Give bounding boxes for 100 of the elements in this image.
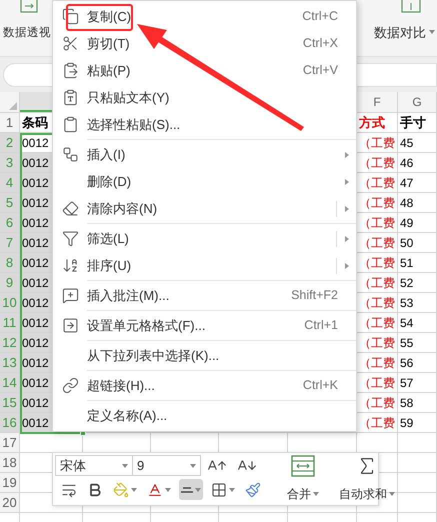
size-select[interactable]: 9: [133, 455, 201, 476]
shortcut-text: Ctrl+V: [302, 62, 338, 80]
table-cell-text: 0012: [21, 374, 49, 392]
submenu-arrow-icon: [345, 152, 349, 158]
dropdown-caret-icon: [131, 488, 137, 492]
bold-icon: [87, 482, 103, 498]
row-header[interactable]: 1: [0, 113, 20, 132]
caret-icon: [190, 464, 196, 468]
table-cell-text: 0012: [21, 254, 49, 272]
table-cell-text: （工费: [358, 194, 395, 212]
menu-item[interactable]: 插入(I): [53, 141, 356, 168]
row-header[interactable]: 18: [0, 453, 20, 472]
table-cell-text: 48: [399, 194, 414, 212]
menu-label: 选择性粘贴(S)...: [87, 116, 180, 134]
table-cell-text: 45: [399, 134, 414, 152]
caret-icon: [313, 492, 319, 496]
row-header[interactable]: 17: [0, 433, 20, 452]
menu-label: 从下拉列表中选择(K)...: [87, 346, 220, 365]
submenu-arrow-icon: [345, 236, 349, 242]
table-cell-text: 47: [399, 174, 414, 192]
copy-icon: [62, 8, 79, 25]
table-cell-text: （工费: [358, 174, 395, 192]
cell-format-icon: [62, 317, 79, 334]
funnel-icon: [62, 230, 79, 247]
link-icon: [62, 377, 79, 394]
highlight-frame: [66, 4, 133, 31]
table-cell-text: 0012: [21, 134, 49, 152]
menu-item[interactable]: 复制(C) Ctrl+C: [53, 3, 356, 30]
table-cell-text: 0012: [21, 174, 49, 192]
menu-item[interactable]: 粘贴(P) Ctrl+V: [53, 57, 356, 84]
borders-icon: [211, 482, 227, 498]
menu-item[interactable]: 只粘贴文本(Y): [53, 84, 356, 111]
table-cell-text: 0012: [21, 274, 49, 292]
menu-label: 超链接(H)...: [87, 376, 155, 395]
table-cell-text: 50: [399, 234, 414, 252]
toolbar-big-button[interactable]: 合并: [275, 455, 331, 503]
menu-label: 复制(C): [87, 8, 132, 26]
table-cell-text: 条码: [21, 114, 48, 132]
table-cell-text: 0012: [21, 154, 49, 172]
toolbar-big-button[interactable]: 自动求和: [339, 455, 395, 503]
table-cell-text: 57: [399, 374, 414, 392]
clipboard-icon: [62, 116, 79, 133]
menu-item[interactable]: 从下拉列表中选择(K)...: [53, 342, 356, 372]
table-cell-text: （工费: [358, 234, 395, 252]
table-cell-text: 0012: [21, 334, 49, 352]
button-label: 自动求和: [339, 486, 387, 503]
table-cell-text: （工费: [358, 134, 395, 152]
font-select[interactable]: 宋体: [55, 455, 133, 476]
menu-label: 清除内容(N): [87, 200, 158, 218]
button-label: 合并: [287, 486, 311, 503]
eraser-icon: [62, 200, 79, 217]
insert-icon: [62, 146, 79, 163]
menu-label: 定义名称(A)...: [87, 406, 168, 425]
table-cell-text: 0012: [21, 214, 49, 232]
menu-item[interactable]: 设置单元格格式(F)... Ctrl+1: [53, 312, 356, 342]
merge-cells-icon: [291, 455, 315, 477]
clipboard-text-icon: [62, 89, 79, 106]
table-cell-text: （工费: [358, 314, 395, 332]
row-header[interactable]: 20: [0, 493, 20, 512]
ribbon-label[interactable]: 数据透视: [3, 24, 51, 42]
table-cell-text: 53: [399, 294, 414, 312]
table-cell-text: 58: [399, 394, 414, 412]
menu-item[interactable]: 剪切(T) Ctrl+X: [53, 30, 356, 57]
align-bottom-icon: [181, 486, 193, 492]
caret-icon: [122, 464, 128, 468]
table-cell-text: 52: [399, 274, 414, 292]
table-cell-text: （工费: [358, 294, 395, 312]
pivot-icon: [20, 0, 38, 14]
table-cell-text: 手寸: [399, 114, 426, 132]
table-cell-text: 0012: [21, 194, 49, 212]
submenu-arrow-icon: [345, 206, 349, 212]
table-cell-text: 方式: [358, 114, 385, 132]
ribbon-label[interactable]: 数据对比: [374, 22, 426, 42]
menu-item[interactable]: 排序(U): [53, 252, 356, 282]
table-cell-text: （工费: [358, 374, 395, 392]
menu-item[interactable]: 定义名称(A)...: [53, 402, 356, 429]
table-cell-text: 0012: [21, 354, 49, 372]
menu-item[interactable]: 插入批注(M)... Shift+F2: [53, 282, 356, 312]
menu-item[interactable]: 清除内容(N): [53, 195, 356, 225]
menu-label: 粘贴(P): [87, 62, 130, 80]
menu-label: 筛选(L): [87, 230, 129, 248]
menu-item[interactable]: 选择性粘贴(S)...: [53, 111, 356, 141]
table-cell-text: （工费: [358, 214, 395, 232]
menu-label: 设置单元格格式(F)...: [87, 316, 206, 335]
menu-item[interactable]: 删除(D): [53, 168, 356, 195]
table-cell-text: 59: [399, 414, 414, 432]
column-header[interactable]: F: [357, 92, 397, 112]
menu-item[interactable]: 超链接(H)... Ctrl+K: [53, 372, 356, 402]
caret-icon: [389, 492, 395, 496]
table-cell-text: （工费: [358, 414, 395, 432]
menu-item[interactable]: 筛选(L): [53, 225, 356, 252]
submenu-arrow-icon: [345, 262, 349, 268]
table-cell-text: 55: [399, 334, 414, 352]
column-header[interactable]: G: [398, 92, 436, 112]
table-cell-text: 51: [399, 254, 414, 272]
table-cell-text: （工费: [358, 334, 395, 352]
format-painter-icon: [245, 482, 261, 498]
font-color-icon: [147, 482, 163, 498]
toolbar-button[interactable]: [179, 479, 203, 500]
row-header[interactable]: 19: [0, 473, 20, 492]
